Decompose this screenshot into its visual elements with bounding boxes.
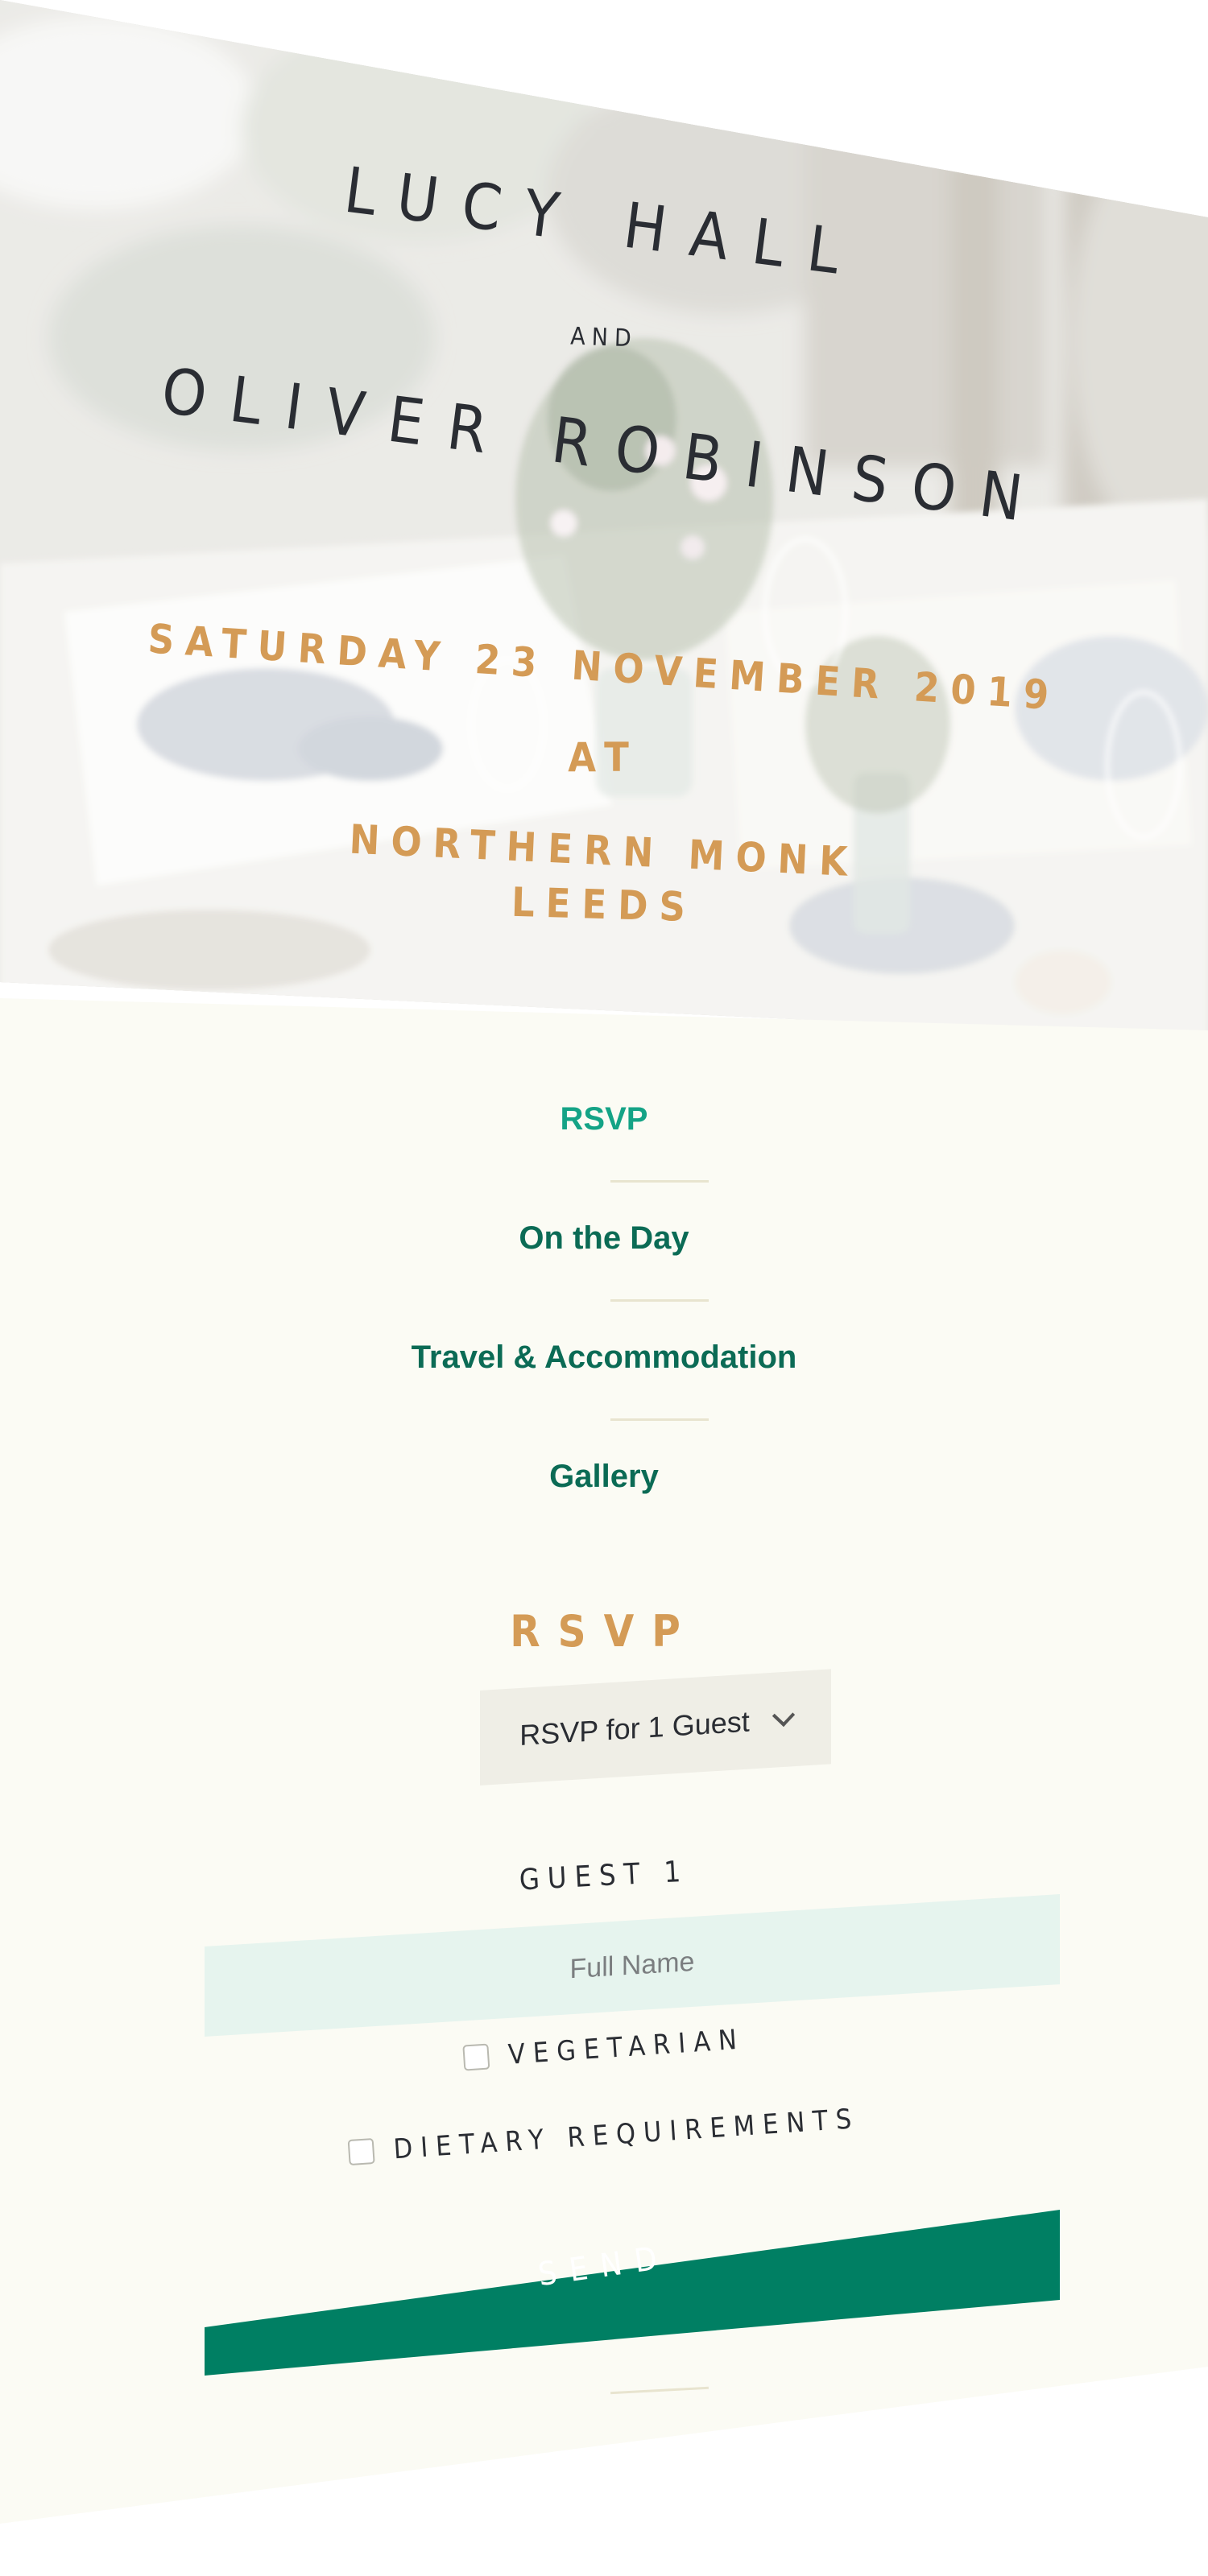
vegetarian-checkbox[interactable] [462, 2043, 490, 2071]
nav-item-travel-accommodation[interactable]: Travel & Accommodation [0, 1340, 1208, 1376]
guest-count-value: RSVP for 1 Guest [519, 1704, 750, 1752]
bride-name: LUCY HALL [340, 154, 868, 292]
nav-divider [610, 1299, 709, 1302]
wedding-date: SATURDAY 23 NOVEMBER 2019 [147, 615, 1061, 720]
at-word: AT [568, 734, 640, 781]
chevron-down-icon [772, 1703, 795, 1728]
dietary-requirements-checkbox[interactable] [347, 2137, 375, 2166]
rsvp-heading: RSVP [510, 1606, 698, 1657]
hero-text: LUCY HALL AND OLIVER ROBINSON SATURDAY 2… [0, 0, 1208, 1038]
nav-divider [610, 1418, 709, 1421]
nav-item-gallery[interactable]: Gallery [0, 1459, 1208, 1495]
nav-divider [610, 1180, 709, 1183]
groom-name: OLIVER ROBINSON [157, 355, 1051, 539]
hero-section: LUCY HALL AND OLIVER ROBINSON SATURDAY 2… [0, 0, 1208, 1038]
nav-item-rsvp[interactable]: RSVP [0, 1101, 1208, 1137]
nav-item-on-the-day[interactable]: On the Day [0, 1220, 1208, 1257]
